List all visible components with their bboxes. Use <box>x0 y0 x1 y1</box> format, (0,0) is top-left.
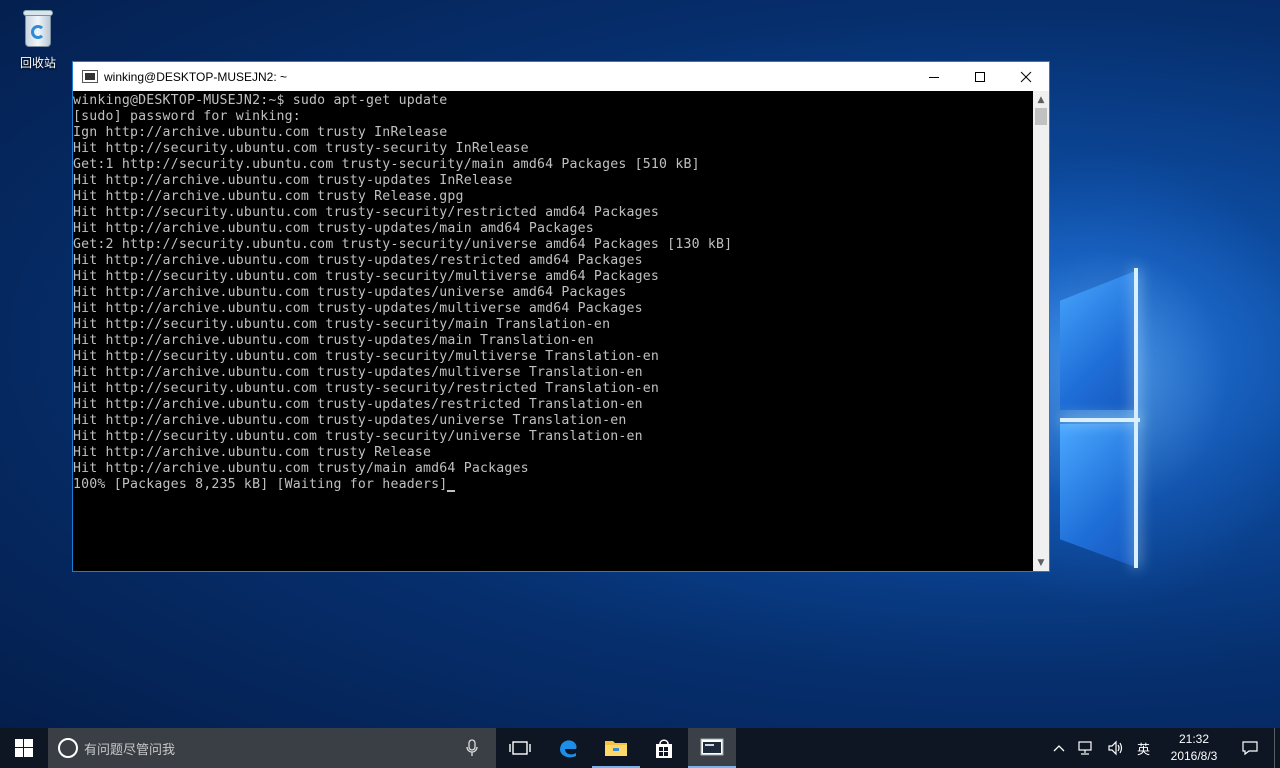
console-line: Hit http://archive.ubuntu.com trusty-upd… <box>73 253 643 268</box>
edge-icon <box>560 740 577 758</box>
console-line: Hit http://security.ubuntu.com trusty-se… <box>73 205 660 220</box>
maximize-icon <box>975 71 985 82</box>
start-button[interactable] <box>0 728 48 768</box>
window-titlebar[interactable]: winking@DESKTOP-MUSEJN2: ~ <box>73 62 1049 91</box>
network-icon <box>1078 741 1092 755</box>
edge-taskbar-button[interactable] <box>544 728 592 768</box>
console-line: Hit http://security.ubuntu.com trusty-se… <box>73 429 643 444</box>
input-method-indicator[interactable]: 英 <box>1131 728 1156 768</box>
console-line: Hit http://archive.ubuntu.com trusty-upd… <box>73 333 594 348</box>
taskbar: 有问题尽管问我 英 21:32 2016/8/3 <box>0 728 1280 768</box>
vertical-scrollbar[interactable]: ▲ ▼ <box>1033 91 1049 571</box>
file-explorer-taskbar-button[interactable] <box>592 728 640 768</box>
system-tray: 英 21:32 2016/8/3 <box>1047 728 1280 768</box>
console-window[interactable]: winking@DESKTOP-MUSEJN2: ~ winking@DESKT… <box>72 61 1050 572</box>
scroll-down-arrow-icon[interactable]: ▼ <box>1033 554 1049 571</box>
console-line: Hit http://security.ubuntu.com trusty-se… <box>73 349 660 364</box>
console-line: Hit http://archive.ubuntu.com trusty-upd… <box>73 285 627 300</box>
minimize-icon <box>929 76 939 78</box>
console-line: Hit http://archive.ubuntu.com trusty-upd… <box>73 413 627 428</box>
console-app-icon[interactable] <box>82 70 98 83</box>
file-explorer-icon <box>605 741 627 756</box>
clock[interactable]: 21:32 2016/8/3 <box>1162 731 1226 765</box>
show-desktop-button[interactable] <box>1274 728 1280 768</box>
window-title: winking@DESKTOP-MUSEJN2: ~ <box>104 69 288 84</box>
network-button[interactable] <box>1071 728 1101 768</box>
minimize-button[interactable] <box>911 62 957 91</box>
recycle-bin-icon <box>20 6 56 50</box>
search-placeholder: 有问题尽管问我 <box>84 742 176 758</box>
console-line: Hit http://archive.ubuntu.com trusty-upd… <box>73 365 643 380</box>
console-icon <box>700 738 724 756</box>
desktop-icon-recycle-bin[interactable]: 回收站 <box>10 6 66 71</box>
action-center-button[interactable] <box>1226 728 1274 768</box>
wallpaper-logo-edge <box>1060 418 1140 422</box>
task-view-button[interactable] <box>496 728 544 768</box>
console-line: Hit http://security.ubuntu.com trusty-se… <box>73 141 529 156</box>
microphone-icon[interactable] <box>460 728 484 768</box>
console-taskbar-button[interactable] <box>688 728 736 768</box>
store-icon <box>656 739 672 758</box>
console-line: winking@DESKTOP-MUSEJN2:~$ sudo apt-get … <box>73 93 448 108</box>
show-hidden-icons-button[interactable] <box>1047 728 1071 768</box>
close-icon <box>1020 71 1032 82</box>
windows-logo-icon <box>15 739 33 757</box>
console-line: Hit http://archive.ubuntu.com trusty Rel… <box>73 445 432 460</box>
maximize-button[interactable] <box>957 62 1003 91</box>
console-line: Hit http://security.ubuntu.com trusty-se… <box>73 317 611 332</box>
console-line: Hit http://archive.ubuntu.com trusty-upd… <box>73 173 513 188</box>
scrollbar-thumb[interactable] <box>1035 108 1047 125</box>
console-line: Hit http://archive.ubuntu.com trusty Rel… <box>73 189 464 204</box>
task-view-icon <box>509 741 531 755</box>
console-line: [sudo] password for winking: <box>73 109 301 124</box>
console-line: Hit http://security.ubuntu.com trusty-se… <box>73 381 660 396</box>
console-line: Get:1 http://security.ubuntu.com trusty-… <box>73 157 700 172</box>
search-box[interactable]: 有问题尽管问我 <box>48 728 496 768</box>
console-line: Hit http://security.ubuntu.com trusty-se… <box>73 269 660 284</box>
desktop-icon-label: 回收站 <box>19 56 56 70</box>
console-line: Ign http://archive.ubuntu.com trusty InR… <box>73 125 448 140</box>
volume-icon <box>1108 740 1123 756</box>
cortana-icon <box>58 738 78 758</box>
close-button[interactable] <box>1003 62 1049 91</box>
notification-icon <box>1242 741 1258 756</box>
store-taskbar-button[interactable] <box>640 728 688 768</box>
clock-time: 21:32 <box>1178 732 1210 746</box>
console-line: Hit http://archive.ubuntu.com trusty/mai… <box>73 461 529 476</box>
chevron-up-icon <box>1053 745 1065 752</box>
console-line: Hit http://archive.ubuntu.com trusty-upd… <box>73 301 643 316</box>
console-output[interactable]: winking@DESKTOP-MUSEJN2:~$ sudo apt-get … <box>73 91 1033 571</box>
console-line: 100% [Packages 8,235 kB] [Waiting for he… <box>73 477 1033 493</box>
scroll-up-arrow-icon[interactable]: ▲ <box>1033 91 1049 108</box>
text-cursor <box>447 490 456 492</box>
console-line: Get:2 http://security.ubuntu.com trusty-… <box>73 237 733 252</box>
console-line: Hit http://archive.ubuntu.com trusty-upd… <box>73 221 594 236</box>
volume-button[interactable] <box>1101 728 1131 768</box>
console-line: Hit http://archive.ubuntu.com trusty-upd… <box>73 397 643 412</box>
clock-date: 2016/8/3 <box>1170 749 1218 763</box>
